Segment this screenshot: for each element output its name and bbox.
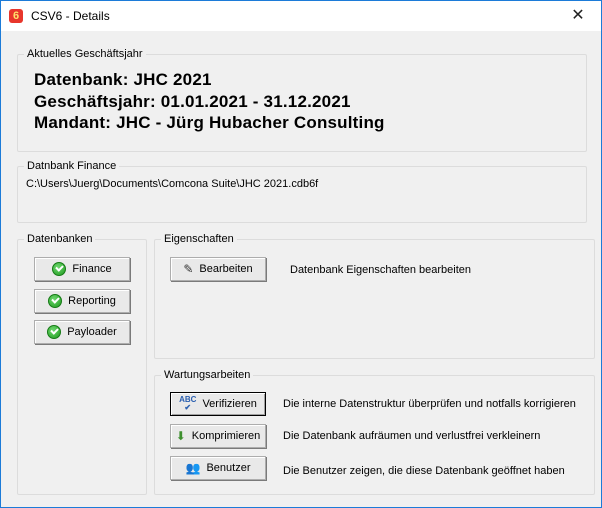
app-icon: 6: [9, 9, 23, 23]
client-line: Mandant: JHC - Jürg Hubacher Consulting: [34, 113, 385, 132]
finance-button[interactable]: Finance: [34, 257, 130, 281]
close-icon: ✕: [571, 7, 585, 24]
finance-db-legend: Datnbank Finance: [24, 160, 120, 172]
down-arrow-icon: ⬇: [175, 429, 186, 443]
edit-button[interactable]: ✎ Bearbeiten: [170, 257, 266, 281]
payloader-button[interactable]: Payloader: [34, 320, 130, 344]
current-year-legend: Aktuelles Geschäftsjahr: [24, 48, 146, 60]
verify-button[interactable]: ABC ✔ Verifizieren: [170, 392, 266, 416]
compress-description: Die Datenbank aufräumen und verlustfrei …: [283, 430, 541, 442]
current-year-group: Aktuelles Geschäftsjahr Datenbank: JHC 2…: [17, 48, 587, 152]
compress-button-label: Komprimieren: [191, 430, 261, 442]
verify-button-label: Verifizieren: [202, 398, 257, 410]
spellcheck-icon: ABC ✔: [179, 395, 197, 412]
fiscal-year-line: Geschäftsjahr: 01.01.2021 - 31.12.2021: [34, 92, 351, 111]
edit-description: Datenbank Eigenschaften bearbeiten: [290, 264, 472, 276]
edit-icon: ✎: [183, 262, 194, 276]
users-button-label: Benutzer: [206, 462, 251, 474]
compress-button[interactable]: ⬇ Komprimieren: [170, 424, 266, 448]
check-icon: [48, 294, 63, 308]
users-button[interactable]: 👥 Benutzer: [170, 456, 266, 480]
maintenance-legend: Wartungsarbeiten: [161, 369, 254, 381]
finance-button-label: Finance: [72, 263, 112, 275]
finance-db-group: Datnbank Finance C:\Users\Juerg\Document…: [17, 160, 587, 223]
reporting-button[interactable]: Reporting: [34, 289, 130, 313]
check-icon: [47, 325, 62, 339]
check-icon: [52, 262, 67, 276]
finance-db-path: C:\Users\Juerg\Documents\Comcona Suite\J…: [26, 178, 319, 190]
reporting-button-label: Reporting: [68, 295, 116, 307]
title-bar[interactable]: 6 CSV6 - Details ✕: [1, 1, 601, 32]
properties-legend: Eigenschaften: [161, 233, 237, 245]
users-description: Die Benutzer zeigen, die diese Datenbank…: [283, 465, 565, 477]
window-title: CSV6 - Details: [31, 9, 110, 23]
payloader-button-label: Payloader: [67, 326, 117, 338]
edit-button-label: Bearbeiten: [199, 263, 253, 275]
verify-description: Die interne Datenstruktur überprüfen und…: [283, 398, 576, 410]
database-line: Datenbank: JHC 2021: [34, 70, 212, 89]
users-icon: 👥: [185, 461, 201, 475]
databases-legend: Datenbanken: [24, 233, 96, 245]
close-button[interactable]: ✕: [555, 1, 601, 31]
details-window: 6 CSV6 - Details ✕ Aktuelles Geschäftsja…: [0, 0, 602, 508]
